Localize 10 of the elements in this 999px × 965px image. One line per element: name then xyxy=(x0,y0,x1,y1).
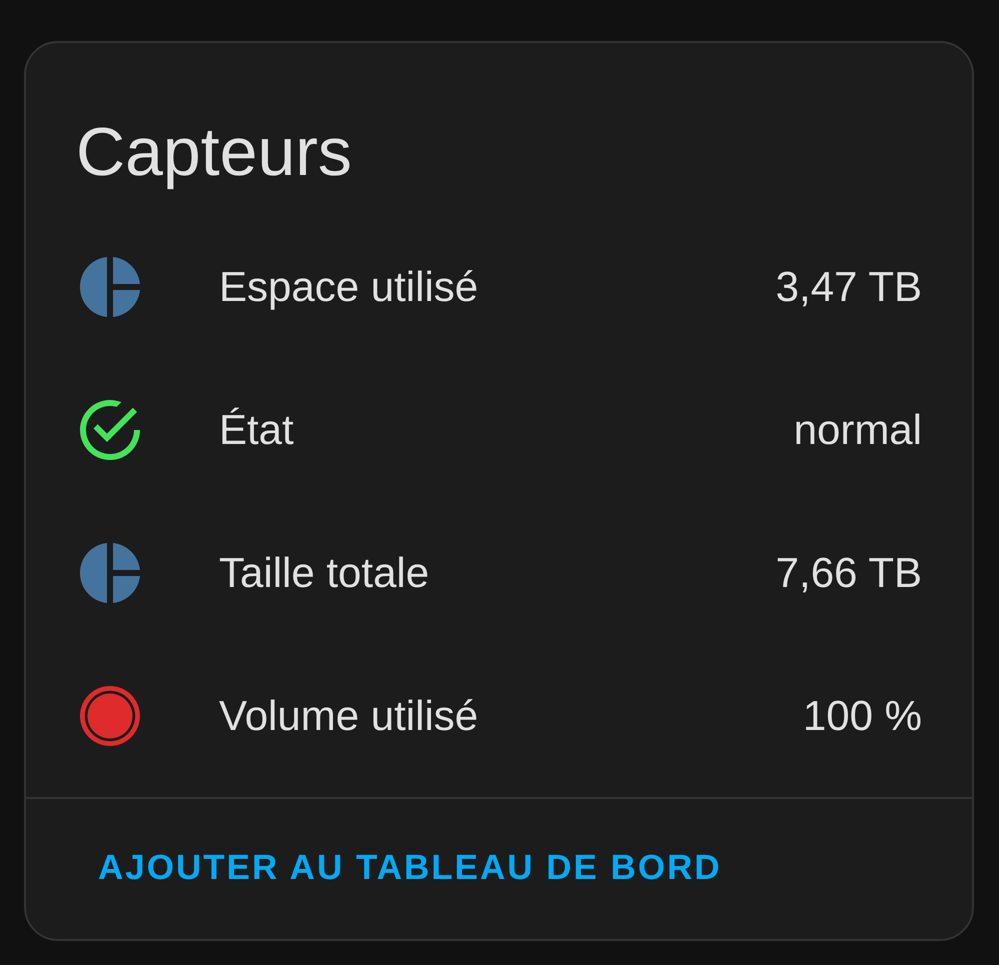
sensor-name: Taille totale xyxy=(219,548,430,596)
sensor-name: Volume utilisé xyxy=(219,692,480,740)
sensor-value: 100 % xyxy=(802,692,922,740)
sensor-name: Espace utilisé xyxy=(219,262,480,310)
sensor-value: 7,66 TB xyxy=(776,548,922,596)
sensor-name: État xyxy=(219,406,295,454)
add-to-dashboard-button[interactable]: AJOUTER AU TABLEAU DE BORD xyxy=(76,826,744,910)
card-title: Capteurs xyxy=(76,113,352,192)
sensor-value: normal xyxy=(794,406,922,454)
sensor-value: 3,47 TB xyxy=(776,262,922,310)
